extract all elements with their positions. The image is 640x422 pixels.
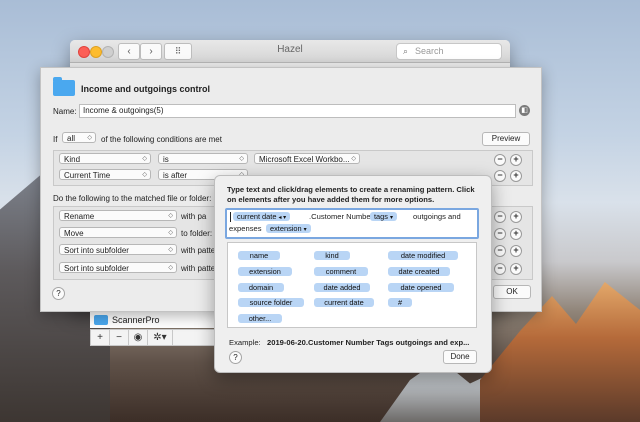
element-chip[interactable]: extension <box>238 267 292 276</box>
pattern-elements-palette: name kind date modified extension commen… <box>227 242 477 328</box>
element-chip[interactable]: domain <box>238 283 284 292</box>
element-chip[interactable]: date modified <box>388 251 458 260</box>
pattern-token-current-date[interactable]: current date ◂ ▾ <box>233 212 291 221</box>
add-action-button[interactable]: + <box>510 263 522 275</box>
folder-name: ScannerPro <box>112 315 160 325</box>
hazel-titlebar: ‹ › ⠿ Hazel ⌕ Search <box>70 40 510 63</box>
folder-icon <box>53 77 75 96</box>
element-chip[interactable]: name <box>238 251 280 260</box>
pattern-text: outgoings and <box>413 212 461 221</box>
rule-name-input[interactable]: Income & outgoings(5) <box>79 104 516 118</box>
eye-icon[interactable]: ◉ <box>129 330 148 345</box>
rule-options-icon[interactable]: ◧ <box>519 105 530 116</box>
add-action-button[interactable]: + <box>510 211 522 223</box>
search-field[interactable]: ⌕ Search <box>396 43 502 60</box>
remove-folder-button[interactable]: − <box>110 330 129 345</box>
element-chip[interactable]: current date <box>314 298 374 307</box>
action-parameter-label: with patte <box>181 264 216 273</box>
action-select[interactable]: Rename ◇ <box>59 210 177 221</box>
condition-attribute-select[interactable]: Current Time ◇ <box>59 169 151 180</box>
rename-pattern-popover: Type text and click/drag elements to cre… <box>214 175 492 373</box>
search-icon: ⌕ <box>403 46 409 56</box>
conditions-header-text: of the following conditions are met <box>101 135 222 144</box>
done-button[interactable]: Done <box>443 350 477 364</box>
condition-attribute-select[interactable]: Kind ◇ <box>59 153 151 164</box>
element-chip[interactable]: comment <box>314 267 368 276</box>
remove-action-button[interactable]: − <box>494 211 506 223</box>
popover-instructions: Type text and click/drag elements to cre… <box>227 185 475 204</box>
folder-icon <box>94 315 108 325</box>
remove-condition-button[interactable]: − <box>494 170 506 182</box>
remove-action-button[interactable]: − <box>494 245 506 257</box>
rename-pattern-field[interactable]: current date ◂ ▾ .Customer Number tags ▾ o… <box>225 208 479 239</box>
action-parameter-label: to folder: <box>181 229 213 238</box>
action-select[interactable]: Sort into subfolder ◇ <box>59 262 177 273</box>
search-placeholder: Search <box>415 46 444 56</box>
add-action-button[interactable]: + <box>510 245 522 257</box>
action-parameter-label: with pa <box>181 212 207 221</box>
example-filename: 2019-06-20.Customer Number Tags outgoing… <box>267 338 470 347</box>
help-button[interactable]: ? <box>229 351 242 364</box>
example-label: Example: <box>229 338 261 347</box>
element-chip[interactable]: kind <box>314 251 350 260</box>
actions-header-text: Do the following to the matched file or … <box>53 194 212 203</box>
element-chip[interactable]: date created <box>388 267 450 276</box>
element-chip[interactable]: date added <box>314 283 370 292</box>
element-chip[interactable]: other... <box>238 314 282 323</box>
text-caret <box>230 212 231 222</box>
add-folder-button[interactable]: + <box>91 330 110 345</box>
element-chip[interactable]: source folder <box>238 298 304 307</box>
pattern-text: .Customer Number <box>309 212 374 221</box>
gear-menu-button[interactable]: ✲▾ <box>148 330 173 345</box>
action-select[interactable]: Sort into subfolder ◇ <box>59 244 177 255</box>
remove-action-button[interactable]: − <box>494 263 506 275</box>
action-select[interactable]: Move ◇ <box>59 227 177 238</box>
name-label: Name: <box>53 107 77 116</box>
pattern-token-tags[interactable]: tags ▾ <box>370 212 397 221</box>
element-chip[interactable]: # <box>388 298 412 307</box>
action-parameter-label: with patte <box>181 246 216 255</box>
add-condition-button[interactable]: + <box>510 154 522 166</box>
remove-condition-button[interactable]: − <box>494 154 506 166</box>
match-all-select[interactable]: all ◇ <box>62 132 96 143</box>
condition-operator-select[interactable]: is ◇ <box>158 153 248 164</box>
pattern-text: expenses <box>229 224 262 233</box>
element-chip[interactable]: date opened <box>388 283 454 292</box>
condition-value-select[interactable]: Microsoft Excel Workbo... ◇ <box>254 153 360 164</box>
rule-title: Income and outgoings control <box>81 84 210 94</box>
add-condition-button[interactable]: + <box>510 170 522 182</box>
remove-action-button[interactable]: − <box>494 228 506 240</box>
pattern-token-extension[interactable]: extension ▾ <box>266 224 311 233</box>
help-button[interactable]: ? <box>52 287 65 300</box>
add-action-button[interactable]: + <box>510 228 522 240</box>
preview-button[interactable]: Preview <box>482 132 530 146</box>
ok-button[interactable]: OK <box>493 285 531 299</box>
if-label: If <box>53 135 58 144</box>
